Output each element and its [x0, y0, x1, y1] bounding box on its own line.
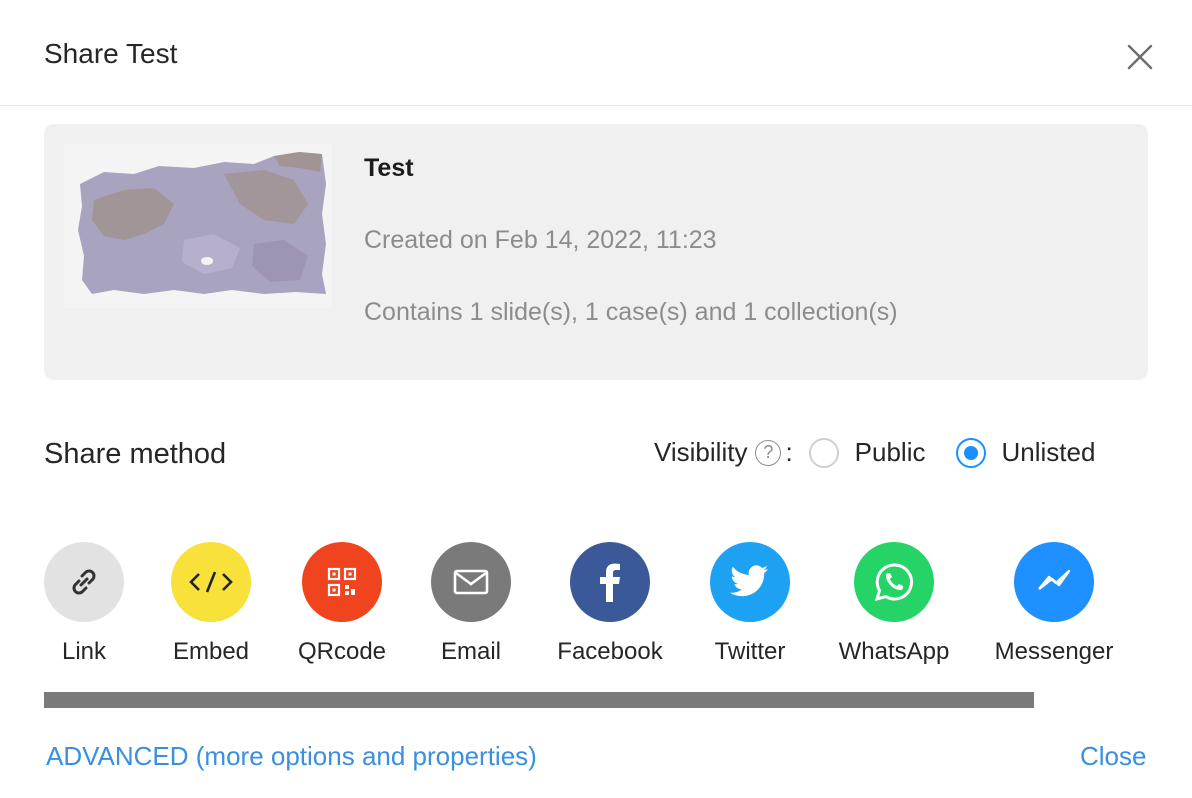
visibility-control: Visibility ? : Public Unlisted — [654, 437, 1095, 468]
qrcode-icon — [302, 542, 382, 622]
horizontal-scrollbar[interactable] — [44, 692, 1034, 708]
item-title: Test — [364, 154, 414, 182]
dialog-header: Share Test — [0, 0, 1192, 106]
share-embed-label: Embed — [172, 638, 250, 665]
whatsapp-icon — [854, 542, 934, 622]
radio-unlisted-label[interactable]: Unlisted — [1002, 437, 1096, 468]
help-question-icon[interactable]: ? — [755, 439, 782, 466]
share-twitter-label: Twitter — [714, 638, 786, 665]
twitter-icon — [710, 542, 790, 622]
messenger-icon — [1014, 542, 1094, 622]
share-dialog: Share Test Test Created on Feb 14, 2022,… — [0, 0, 1192, 798]
close-button[interactable]: Close — [1080, 741, 1146, 772]
radio-public[interactable] — [808, 437, 839, 468]
email-icon — [431, 542, 511, 622]
share-email-label: Email — [440, 638, 501, 665]
facebook-icon — [570, 542, 650, 622]
dialog-title: Share Test — [44, 38, 178, 69]
share-messenger-label: Messenger — [994, 638, 1114, 665]
share-facebook-label: Facebook — [557, 638, 663, 665]
visibility-label: Visibility — [654, 437, 748, 467]
share-method-heading: Share method — [44, 438, 227, 470]
close-icon[interactable] — [1123, 40, 1157, 74]
radio-unlisted[interactable] — [955, 437, 986, 468]
visibility-colon: : — [785, 437, 793, 467]
item-contents-summary: Contains 1 slide(s), 1 case(s) and 1 col… — [364, 298, 898, 326]
share-methods-row: Link Embed QRcode Email Facebook Twitter… — [0, 540, 1192, 680]
share-link-label: Link — [61, 638, 107, 665]
embed-code-icon — [171, 542, 251, 622]
share-qrcode-label: QRcode — [297, 638, 387, 665]
share-whatsapp-label: WhatsApp — [838, 638, 950, 665]
item-created-date: Created on Feb 14, 2022, 11:23 — [364, 226, 717, 254]
item-summary-card: Test Created on Feb 14, 2022, 11:23 Cont… — [44, 124, 1148, 380]
link-icon — [44, 542, 124, 622]
advanced-options-link[interactable]: ADVANCED (more options and properties) — [46, 741, 537, 772]
slide-thumbnail — [64, 144, 332, 308]
radio-public-label[interactable]: Public — [855, 437, 926, 468]
